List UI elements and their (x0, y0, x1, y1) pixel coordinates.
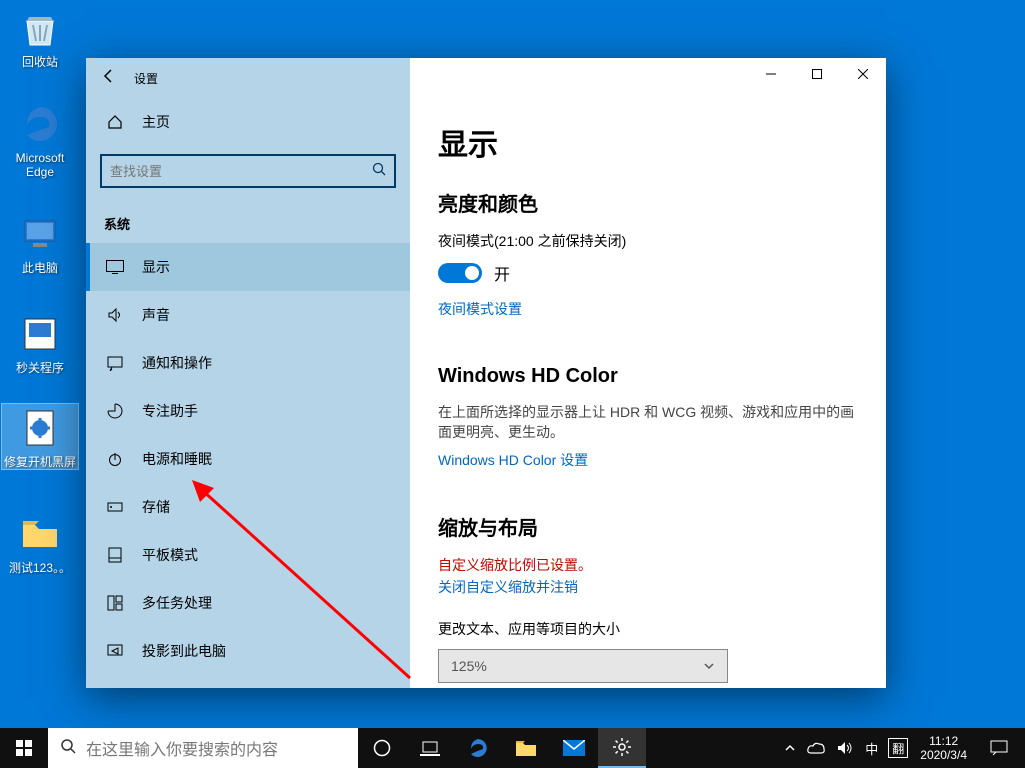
project-icon (104, 643, 126, 659)
night-mode-toggle[interactable] (438, 263, 482, 283)
hd-color-desc: 在上面所选择的显示器上让 HDR 和 WCG 视频、游戏和应用中的画面更明亮、更… (438, 402, 858, 442)
recycle-bin-icon (16, 4, 64, 52)
night-mode-settings-link[interactable]: 夜间模式设置 (438, 299, 522, 319)
system-tray: 中 翻 11:12 2020/3/4 (779, 728, 1025, 768)
search-icon (60, 738, 76, 759)
tray-ime-mode[interactable]: 翻 (888, 738, 908, 758)
nav-project[interactable]: 投影到此电脑 (86, 627, 410, 675)
desktop-icon-folder[interactable]: 测试123。。 (2, 510, 78, 575)
taskbar-edge[interactable] (454, 728, 502, 768)
focus-icon (104, 403, 126, 419)
nav-power[interactable]: 电源和睡眠 (86, 435, 410, 483)
tray-ime-lang[interactable]: 中 (859, 728, 884, 768)
hd-color-settings-link[interactable]: Windows HD Color 设置 (438, 450, 588, 470)
tablet-icon (104, 547, 126, 563)
taskbar-search[interactable]: 在这里输入你要搜索的内容 (48, 728, 358, 768)
nav-storage[interactable]: 存储 (86, 483, 410, 531)
nav-sound[interactable]: 声音 (86, 291, 410, 339)
taskbar-settings[interactable] (598, 728, 646, 768)
sound-icon (104, 307, 126, 323)
nav-multitask[interactable]: 多任务处理 (86, 579, 410, 627)
content-pane: 显示 亮度和颜色 夜间模式(21:00 之前保持关闭) 开 夜间模式设置 Win… (410, 98, 886, 688)
tray-onedrive[interactable] (801, 728, 831, 768)
pc-icon (16, 210, 64, 258)
multitask-icon (104, 595, 126, 611)
nav-focus[interactable]: 专注助手 (86, 387, 410, 435)
maximize-button[interactable] (794, 59, 840, 89)
tray-volume[interactable] (831, 728, 859, 768)
windows-icon (16, 740, 32, 756)
search-placeholder: 在这里输入你要搜索的内容 (86, 736, 278, 760)
nav-notifications[interactable]: 通知和操作 (86, 339, 410, 387)
display-icon (104, 260, 126, 274)
desktop-icon-recycle-bin[interactable]: 回收站 (2, 4, 78, 69)
close-button[interactable] (840, 59, 886, 89)
desktop-icon-edge[interactable]: Microsoft Edge (2, 100, 78, 179)
edge-icon (16, 100, 64, 148)
desktop-icon-shutdown[interactable]: 秒关程序 (2, 310, 78, 375)
taskbar-explorer[interactable] (502, 728, 550, 768)
search-box[interactable] (100, 154, 396, 188)
app-icon (16, 310, 64, 358)
home-icon (104, 114, 126, 130)
action-center-button[interactable] (975, 740, 1023, 756)
window-title: 设置 (134, 70, 158, 87)
desktop-icon-this-pc[interactable]: 此电脑 (2, 210, 78, 275)
custom-scale-warning: 自定义缩放比例已设置。 (438, 555, 858, 575)
back-button[interactable] (94, 68, 124, 89)
task-view-button[interactable] (406, 728, 454, 768)
tray-clock[interactable]: 11:12 2020/3/4 (912, 734, 975, 762)
cortana-button[interactable] (358, 728, 406, 768)
toggle-state: 开 (494, 261, 510, 285)
disable-custom-scale-link[interactable]: 关闭自定义缩放并注销 (438, 577, 578, 597)
search-icon (364, 162, 394, 181)
nav-display[interactable]: 显示 (86, 243, 410, 291)
taskbar: 在这里输入你要搜索的内容 中 翻 11:12 2020/3/4 (0, 728, 1025, 768)
notification-icon (104, 355, 126, 371)
section-scale: 缩放与布局 (438, 512, 858, 541)
chevron-down-icon (703, 660, 715, 672)
desktop-icon-repair[interactable]: 修复开机黑屏 (2, 404, 78, 469)
gear-script-icon (16, 404, 64, 452)
settings-window: 设置 主页 系统 显示 声音 (86, 58, 886, 688)
sidebar: 主页 系统 显示 声音 通知和操作 专注助手 (86, 98, 410, 688)
home-link[interactable]: 主页 (86, 98, 410, 146)
section-brightness: 亮度和颜色 (438, 188, 858, 217)
folder-icon (16, 510, 64, 558)
text-size-label: 更改文本、应用等项目的大小 (438, 619, 858, 639)
storage-icon (104, 499, 126, 515)
section-hd-color: Windows HD Color (438, 365, 858, 388)
start-button[interactable] (0, 728, 48, 768)
nav-tablet[interactable]: 平板模式 (86, 531, 410, 579)
night-mode-label: 夜间模式(21:00 之前保持关闭) (438, 231, 858, 251)
search-input[interactable] (102, 164, 364, 179)
page-heading: 显示 (438, 120, 858, 164)
scale-dropdown[interactable]: 125% (438, 649, 728, 683)
taskbar-mail[interactable] (550, 728, 598, 768)
tray-overflow[interactable] (779, 728, 801, 768)
minimize-button[interactable] (748, 59, 794, 89)
nav-group-label: 系统 (86, 200, 410, 243)
titlebar[interactable]: 设置 (86, 58, 886, 98)
power-icon (104, 451, 126, 467)
